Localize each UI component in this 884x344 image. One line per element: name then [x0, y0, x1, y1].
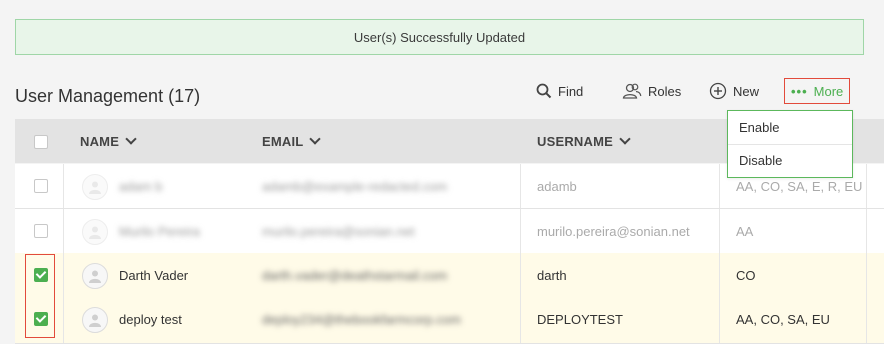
row-checkbox[interactable] [34, 179, 48, 193]
user-username: darth [537, 267, 567, 283]
page-title: User Management (17) [15, 86, 201, 106]
user-email: deploy234@thebookfarmcorp.com [262, 311, 461, 327]
user-roles: AA [736, 223, 754, 239]
user-name: adam b [119, 178, 163, 194]
new-button[interactable]: New [709, 78, 759, 104]
selection-highlight [25, 254, 55, 338]
user-username: murilo.pereira@sonian.net [537, 223, 690, 239]
column-header-username[interactable]: USERNAME [537, 119, 631, 163]
roles-button[interactable]: Roles [622, 78, 681, 104]
plus-circle-icon [709, 82, 727, 100]
column-header-name[interactable]: NAME [80, 119, 137, 163]
user-roles: CO [736, 267, 756, 283]
user-email: murilo.pereira@sonian.net [262, 223, 415, 239]
column-header-email[interactable]: EMAIL [262, 119, 322, 163]
table-row[interactable]: Murilo Pereira murilo.pereira@sonian.net… [15, 209, 884, 254]
menu-item-disable[interactable]: Disable [728, 144, 852, 177]
new-label: New [733, 83, 760, 99]
chevron-down-icon [619, 133, 631, 145]
more-dropdown-menu: Enable Disable [727, 110, 853, 178]
chevron-down-icon [309, 133, 322, 145]
user-name: deploy test [119, 311, 182, 327]
more-button[interactable]: ••• More [784, 78, 851, 104]
row-checkbox[interactable] [34, 224, 48, 238]
user-name: Murilo Pereira [119, 223, 200, 239]
roles-label: Roles [648, 83, 682, 99]
success-message: User(s) Successfully Updated [353, 29, 526, 45]
avatar [82, 263, 108, 289]
find-label: Find [558, 83, 584, 99]
user-roles: AA, CO, SA, EU [736, 311, 830, 327]
user-email: darth.vader@deathstarmail.com [262, 267, 448, 283]
select-all-checkbox[interactable] [34, 135, 48, 149]
search-icon [536, 83, 552, 99]
more-label: More [813, 83, 844, 99]
more-dots-icon: ••• [791, 83, 808, 99]
avatar [82, 219, 108, 245]
table-row[interactable]: deploy test deploy234@thebookfarmcorp.co… [15, 297, 884, 344]
user-email: adamb@example-redacted.com [262, 178, 448, 194]
table-row[interactable]: Darth Vader darth.vader@deathstarmail.co… [15, 253, 884, 298]
menu-item-enable[interactable]: Enable [728, 111, 852, 144]
user-username: adamb [537, 178, 577, 194]
avatar [82, 307, 108, 333]
find-button[interactable]: Find [536, 78, 583, 104]
success-banner: User(s) Successfully Updated [15, 19, 864, 55]
chevron-down-icon [125, 133, 137, 145]
user-name: Darth Vader [119, 267, 189, 283]
avatar [82, 174, 108, 200]
users-icon [622, 83, 642, 99]
user-username: DEPLOYTEST [537, 311, 623, 327]
